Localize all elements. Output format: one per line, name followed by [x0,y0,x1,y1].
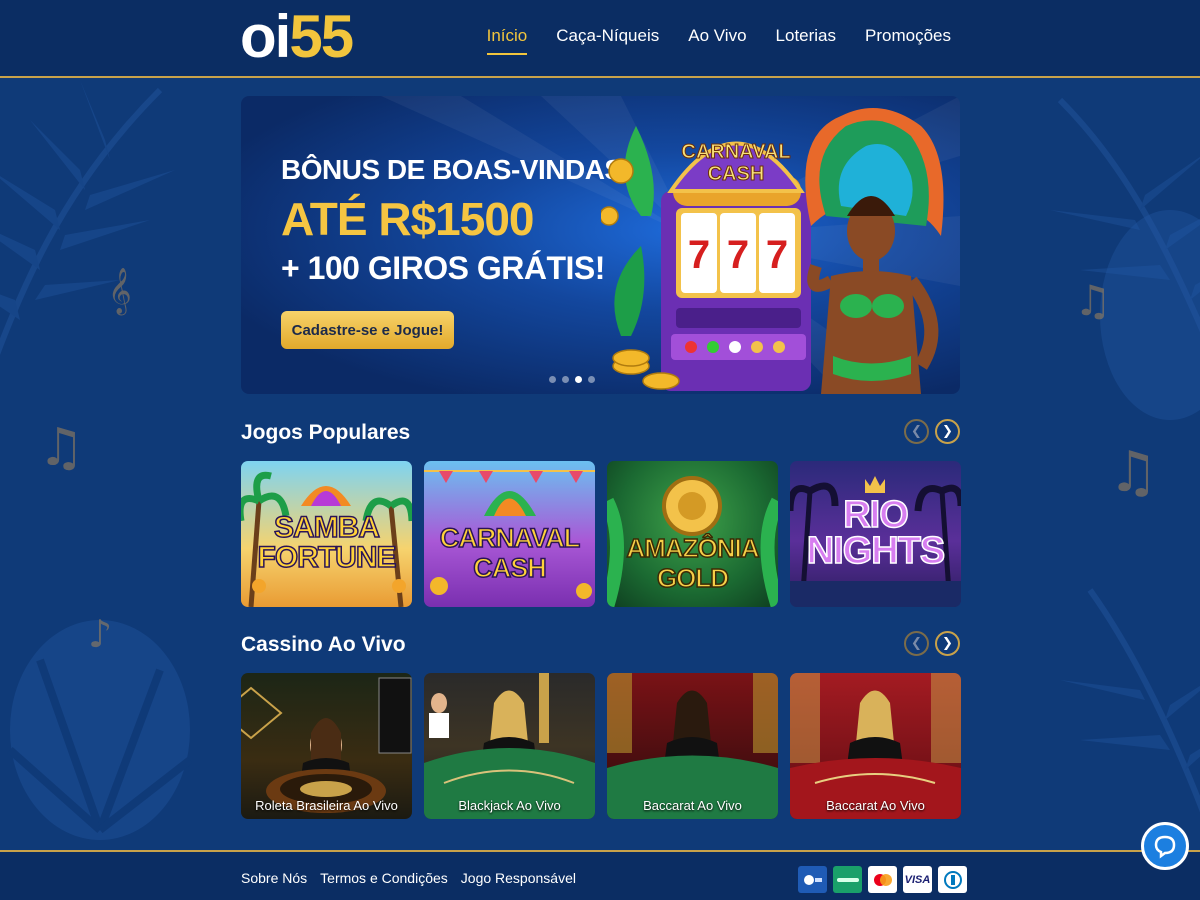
svg-text:7: 7 [688,233,710,277]
game-card-samba-fortune[interactable]: SAMBA FORTUNE [241,461,412,607]
palm-leaf-icon [1060,588,1200,813]
logo-text-oi: oi [240,3,291,70]
palm-leaf-icon [0,80,175,355]
footer-bar: Sobre Nós Termos e Condições Jogo Respon… [0,850,1200,900]
carousel-dot-active[interactable] [575,376,582,383]
nav-promocoes[interactable]: Promoções [865,26,951,55]
music-note-icon: ♫ [38,418,85,478]
live-casino-title: Cassino Ao Vivo [241,633,406,656]
carousel-dot[interactable] [588,376,595,383]
game-title: RIO NIGHTS [806,494,946,572]
carousel-dot[interactable] [562,376,569,383]
hero-bonus-amount: ATÉ R$1500 [281,193,535,245]
slot-machine-dancer-illustration: CARNAVAL CASH 7 7 7 [601,108,944,394]
music-note-icon: 𝄞 [108,268,132,314]
chevron-right-icon: ❯ [942,424,953,439]
palm-leaf-icon [1050,97,1200,333]
live-casino-row: Roleta Brasileira Ao Vivo Blackjack Ao V… [241,673,961,819]
monstera-leaf-icon [1100,210,1200,420]
live-carousel-arrows: ❮ ❯ [904,631,960,656]
payment-methods: VISA [798,866,967,893]
main-nav: Início Caça-Níqueis Ao Vivo Loterias Pro… [486,26,951,55]
svg-text:CASH: CASH [708,163,765,185]
svg-text:CARNAVAL: CARNAVAL [681,141,790,163]
chat-bubble-icon [1154,835,1176,859]
live-chat-button[interactable] [1141,822,1189,870]
footer-link-terms[interactable]: Termos e Condições [320,870,448,886]
popular-games-title: Jogos Populares [241,421,411,444]
popular-carousel-arrows: ❮ ❯ [904,419,960,444]
mastercard-icon [868,866,897,893]
payment-logo-1-icon [798,866,827,893]
nav-loterias[interactable]: Loterias [776,26,836,55]
hero-text-block: BÔNUS DE BOAS-VINDAS ATÉ R$1500 + 100 GI… [281,154,623,287]
game-card-amazonia-gold[interactable]: AMAZÔNIA GOLD [607,461,778,607]
nav-caca-niqueis[interactable]: Caça-Níqueis [556,26,659,55]
hero-free-spins: + 100 GIROS GRÁTIS! [281,250,605,286]
game-title: CARNAVAL CASH [439,522,581,584]
live-table-baccarat-2[interactable]: Baccarat Ao Vivo [790,673,961,819]
slot-machine-icon: CARNAVAL CASH 7 7 7 [661,141,811,391]
hero-banner[interactable]: BÔNUS DE BOAS-VINDAS ATÉ R$1500 + 100 GI… [241,96,960,394]
game-title: SAMBA FORTUNE [257,511,398,574]
chevron-left-icon: ❮ [911,424,922,439]
visa-icon: VISA [903,866,932,893]
live-table-label: Baccarat Ao Vivo [643,798,742,813]
top-navigation-bar: oi55 Início Caça-Níqueis Ao Vivo Loteria… [0,0,1200,78]
music-note-icon: ♫ [1074,276,1112,325]
footer-links: Sobre Nós Termos e Condições Jogo Respon… [241,870,576,886]
chevron-right-icon: ❯ [942,636,953,651]
footer-link-responsible[interactable]: Jogo Responsável [461,870,576,886]
logo-text-55: 55 [289,3,354,70]
carnival-dancer-icon [805,108,944,394]
live-next-button[interactable]: ❯ [935,631,960,656]
footer-link-about[interactable]: Sobre Nós [241,870,307,886]
live-table-roulette[interactable]: Roleta Brasileira Ao Vivo [241,673,412,819]
game-card-carnaval-cash[interactable]: CARNAVAL CASH [424,461,595,607]
tropical-leaf-icon [614,126,654,336]
carousel-dot[interactable] [549,376,556,383]
carousel-dots [549,376,595,383]
hero-headline: BÔNUS DE BOAS-VINDAS [281,154,623,185]
monstera-leaf-icon [7,620,193,840]
music-note-icon: ♫ [1108,440,1159,505]
game-title: AMAZÔNIA GOLD [626,532,761,594]
svg-text:7: 7 [727,233,749,277]
live-prev-button[interactable]: ❮ [904,631,929,656]
live-table-label: Blackjack Ao Vivo [458,798,561,813]
live-table-baccarat-1[interactable]: Baccarat Ao Vivo [607,673,778,819]
live-table-label: Baccarat Ao Vivo [826,798,925,813]
svg-text:7: 7 [766,233,788,277]
popular-next-button[interactable]: ❯ [935,419,960,444]
popular-games-row: SAMBA FORTUNE CARNAVAL CASH AMAZÔNIA GOLD [241,461,961,607]
payment-logo-2-icon [833,866,862,893]
nav-ao-vivo[interactable]: Ao Vivo [688,26,746,55]
popular-prev-button[interactable]: ❮ [904,419,929,444]
music-note-icon: ♪ [88,612,113,656]
site-logo[interactable]: oi55 [240,3,354,70]
live-table-blackjack[interactable]: Blackjack Ao Vivo [424,673,595,819]
live-table-label: Roleta Brasileira Ao Vivo [255,798,398,813]
diners-club-icon [938,866,967,893]
register-play-button[interactable]: Cadastre-se e Jogue! [281,311,454,349]
nav-inicio[interactable]: Início [486,26,528,55]
game-card-rio-nights[interactable]: RIO NIGHTS [790,461,961,607]
chevron-left-icon: ❮ [911,636,922,651]
